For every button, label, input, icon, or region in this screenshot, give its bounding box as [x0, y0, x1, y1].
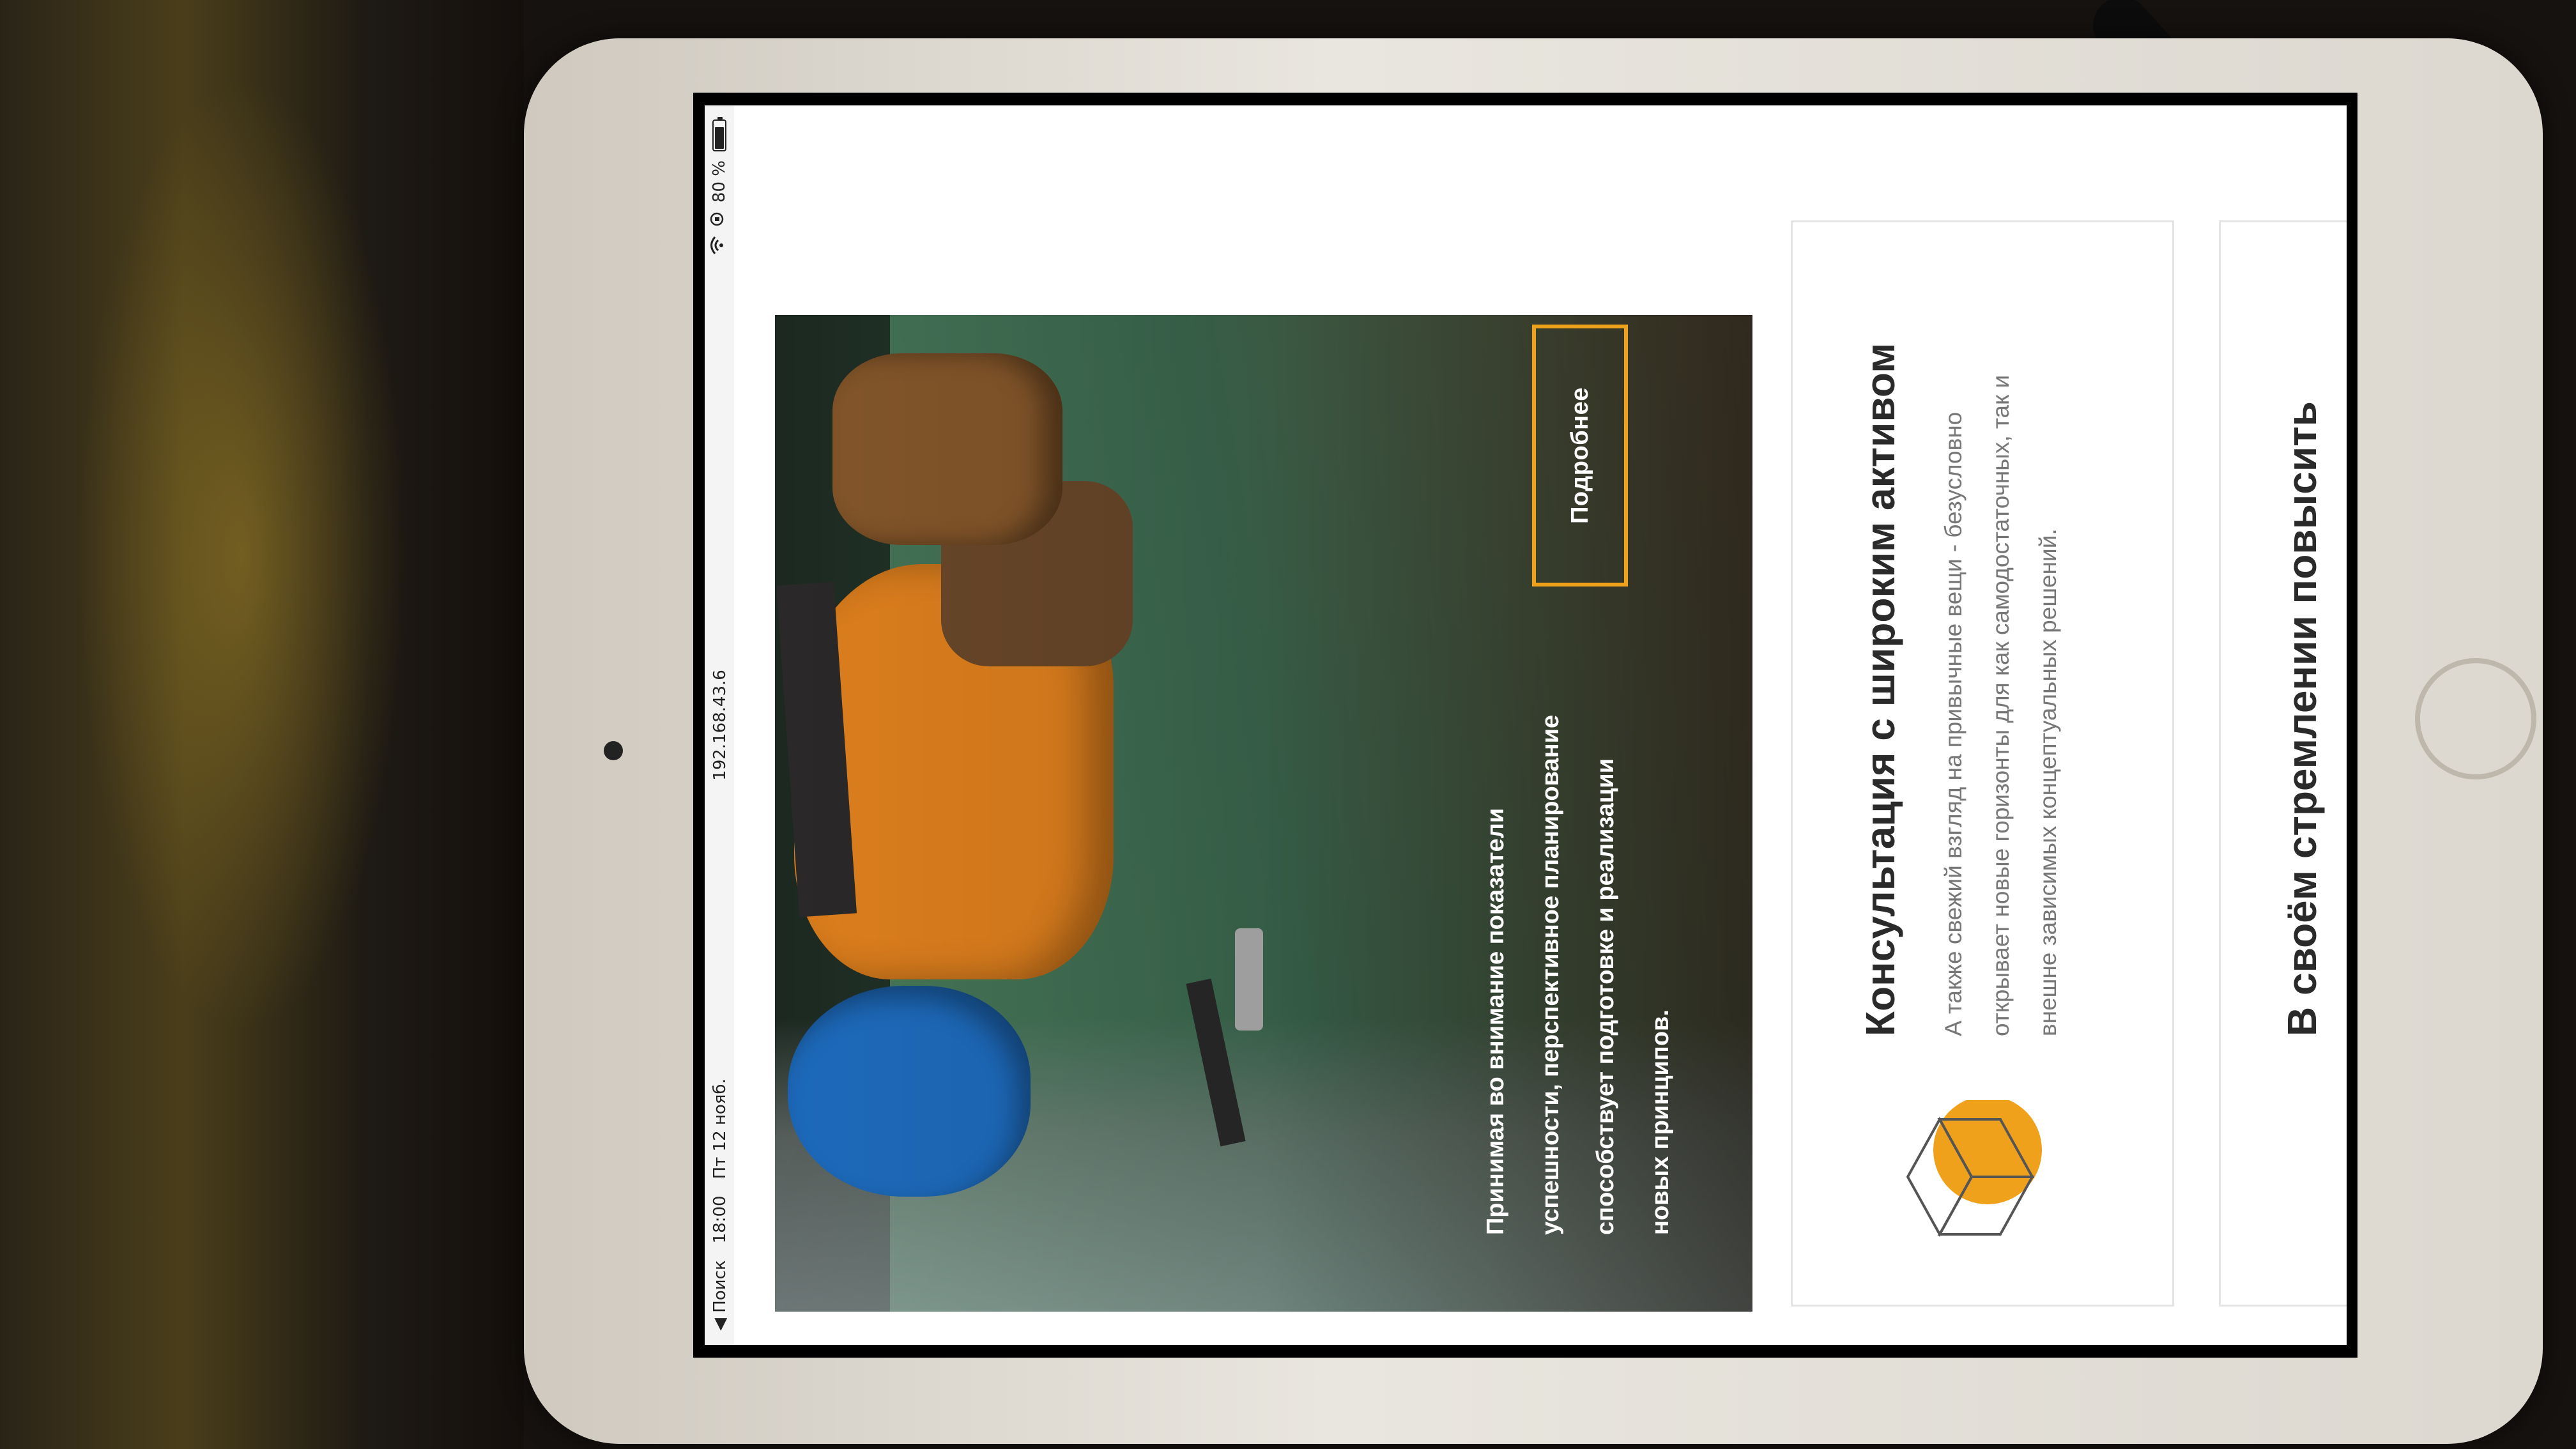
status-right: 80 %: [709, 117, 729, 255]
battery-icon: [712, 117, 726, 151]
address-bar[interactable]: 192.168.43.6: [710, 105, 730, 1345]
feature-card: В своём стремлении повысить: [2218, 220, 2347, 1307]
desk-light: [77, 77, 409, 1035]
battery-percent: 80 %: [709, 160, 728, 203]
home-button[interactable]: [2415, 658, 2536, 779]
rotation-lock-icon: [709, 211, 729, 227]
feature-card: Консультация с широким активом А также с…: [1790, 220, 2174, 1307]
battery-tip: [717, 117, 722, 119]
cube-icon: [1906, 1100, 2042, 1238]
status-bar: ◀ Поиск 18:00 Пт 12 нояб. 192.168.43.6 8…: [704, 105, 734, 1345]
front-camera: [604, 741, 623, 760]
hero-banner: Принимая во внимание показатели успешнос…: [774, 315, 1752, 1312]
card-body: А также свежий взгляд на привычные вещи …: [1940, 374, 2061, 1036]
wifi-icon: [709, 236, 729, 255]
battery-level-fill: [714, 127, 723, 149]
card-title: Консультация с широким активом: [1857, 342, 1903, 1036]
tablet-screen: ◀ Поиск 18:00 Пт 12 нояб. 192.168.43.6 8…: [693, 93, 2358, 1358]
web-page: ◀ Поиск 18:00 Пт 12 нояб. 192.168.43.6 8…: [704, 105, 2347, 1345]
card-title: В своём стремлении повысить: [2278, 401, 2325, 1036]
hero-text: Принимая во внимание показатели успешнос…: [1482, 714, 1674, 1235]
more-button[interactable]: Подробнее: [1531, 325, 1628, 586]
url-text: 192.168.43.6: [710, 670, 730, 781]
